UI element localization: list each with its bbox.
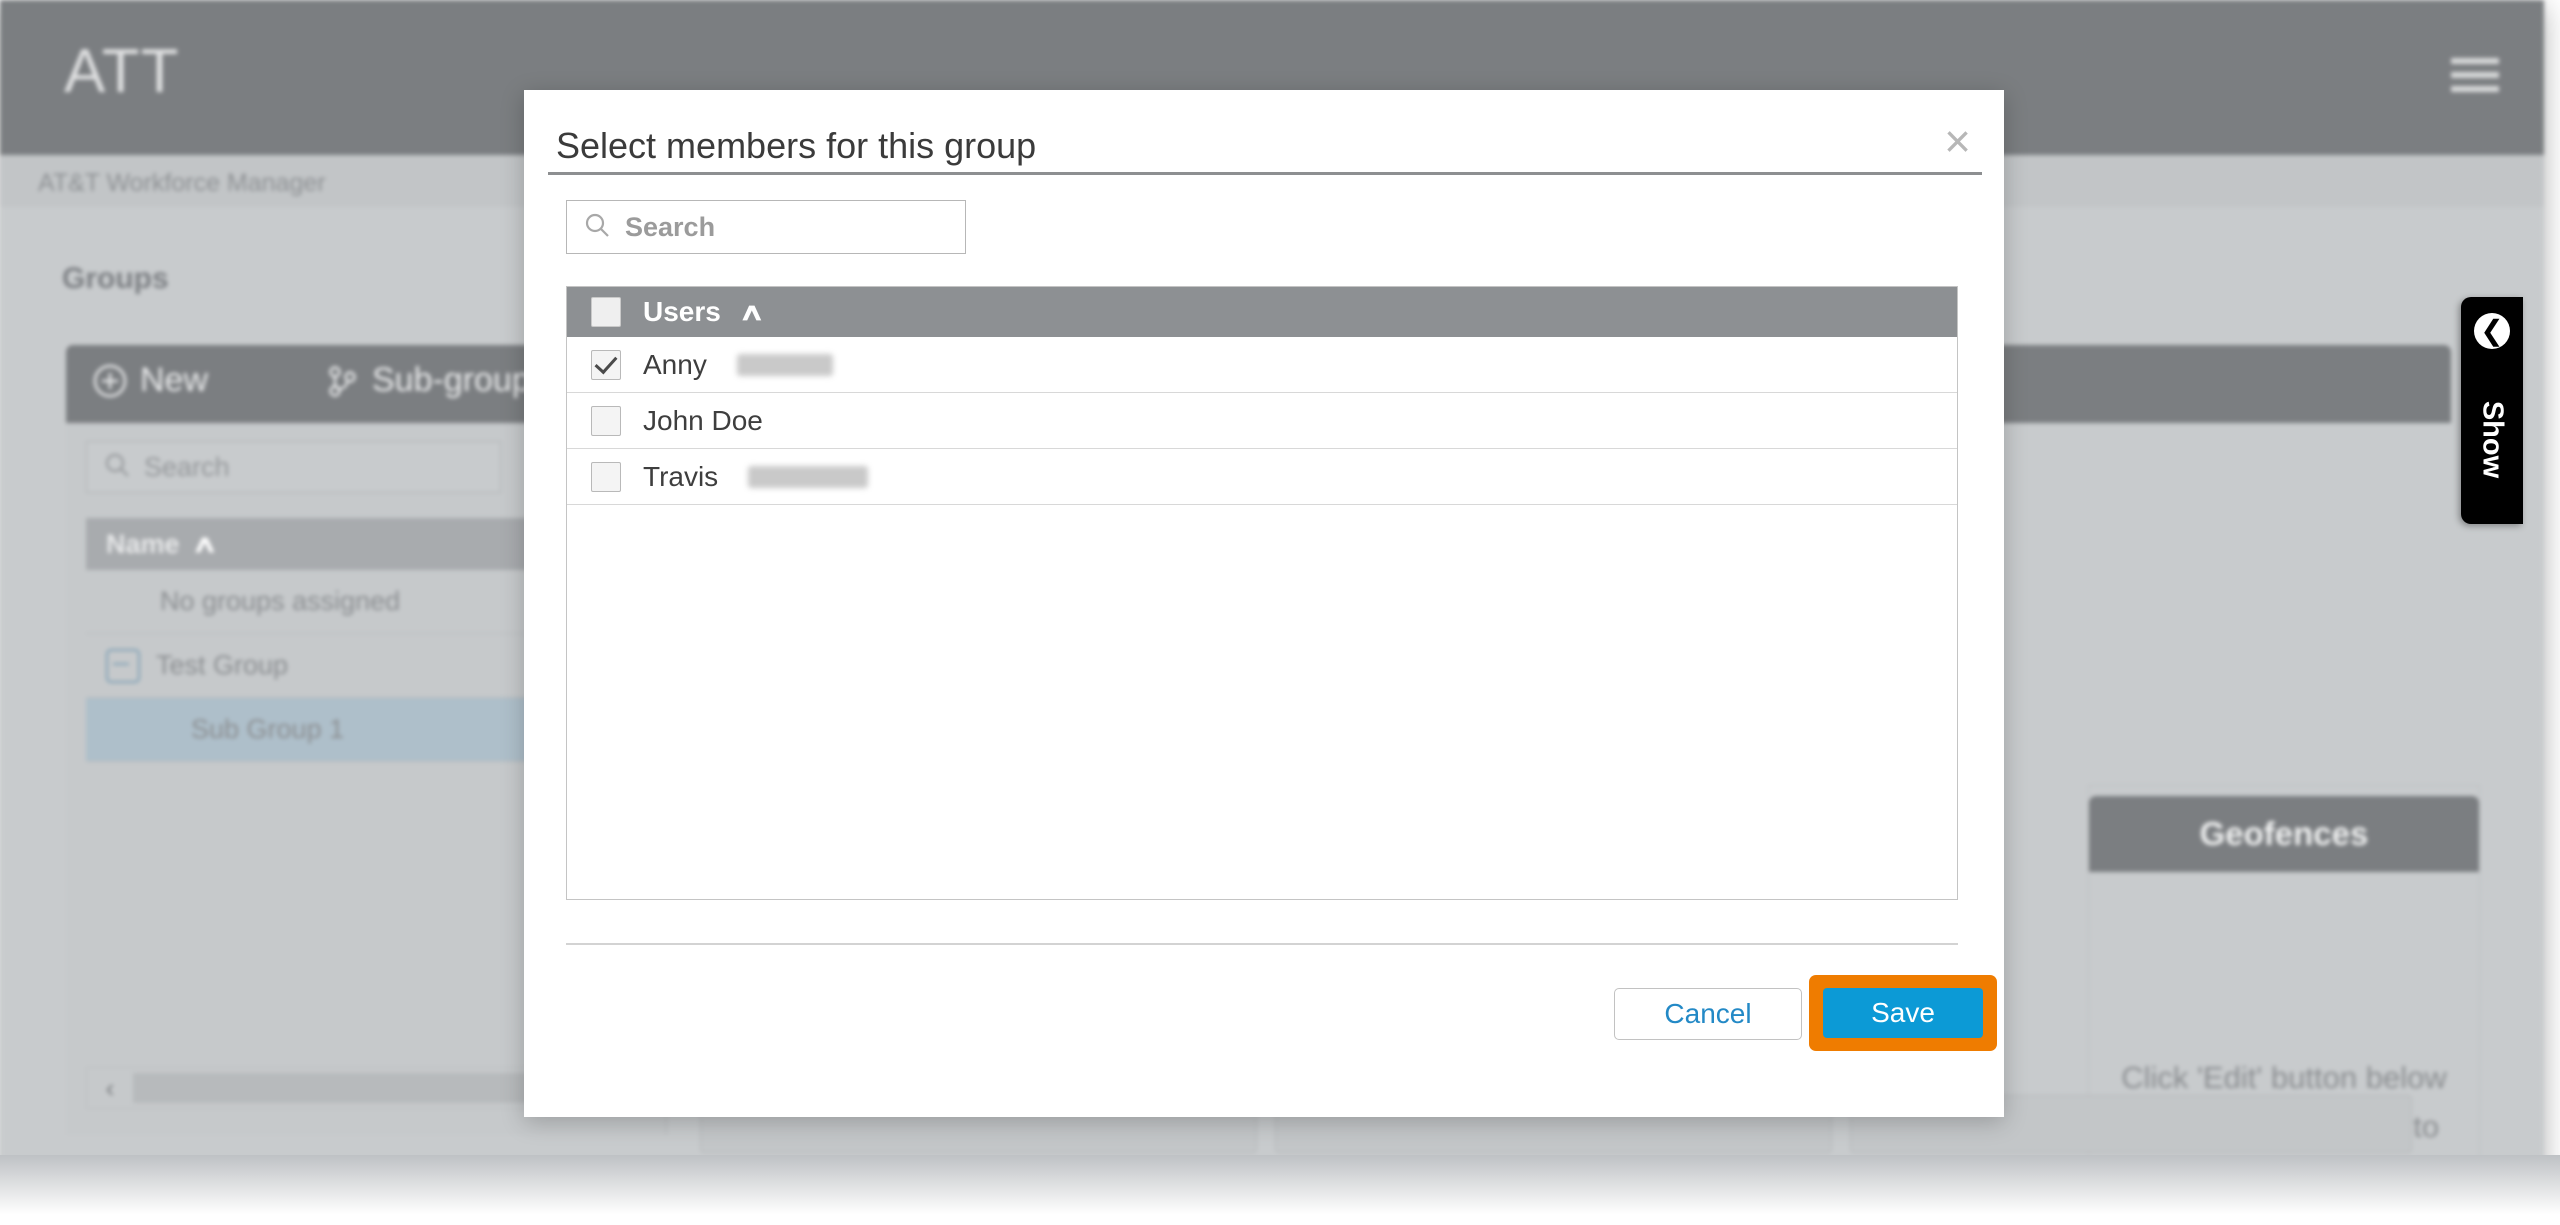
scroll-left-icon[interactable]: ‹	[87, 1073, 133, 1104]
tree-collapse-icon[interactable]	[106, 648, 140, 683]
members-list-header[interactable]: Users ∧	[567, 287, 1957, 337]
search-icon	[103, 451, 131, 484]
groups-column-name: Name	[106, 528, 180, 559]
dialog-divider	[548, 172, 1982, 175]
search-icon	[583, 211, 611, 244]
screenshot-root: ATT AT&T Workforce Manager Groups New Su…	[0, 0, 2560, 1225]
arrow-left-circle-icon: ❮	[2474, 313, 2510, 349]
list-item[interactable]: Travis	[567, 449, 1957, 505]
groups-search-input[interactable]: Search	[86, 441, 501, 493]
members-column-users: Users	[643, 296, 721, 327]
save-button[interactable]: Save	[1823, 988, 1983, 1038]
page-title: Groups	[62, 262, 169, 295]
new-group-button[interactable]: New	[92, 361, 208, 400]
sub-group-label: Sub-group	[372, 361, 531, 399]
groups-search-placeholder: Search	[144, 451, 230, 482]
member-checkbox[interactable]	[591, 461, 621, 492]
geofences-title: Geofences	[2089, 796, 2479, 872]
members-list: Users ∧ Anny John Doe Travis	[566, 286, 1958, 900]
member-name: Anny	[643, 348, 707, 380]
redacted-surname	[736, 353, 833, 376]
app-subtitle: AT&T Workforce Manager	[38, 169, 326, 197]
page-bottom-fade	[0, 1155, 2560, 1225]
group-row-label: Test Group	[156, 650, 289, 680]
dialog-footer-divider	[566, 943, 1958, 945]
group-row-label: No groups assigned	[160, 586, 401, 616]
plus-circle-icon	[92, 363, 128, 399]
select-all-checkbox[interactable]	[591, 297, 621, 327]
close-icon[interactable]: ×	[1944, 118, 1971, 164]
redacted-surname	[748, 465, 869, 488]
member-checkbox[interactable]	[591, 349, 621, 380]
sort-ascending-icon: ∧	[191, 530, 218, 558]
list-item[interactable]: John Doe	[567, 393, 1957, 449]
hamburger-menu-icon[interactable]	[2451, 58, 2499, 92]
dialog-title: Select members for this group	[556, 125, 1037, 166]
list-item[interactable]: Anny	[567, 337, 1957, 393]
cancel-button[interactable]: Cancel	[1614, 988, 1802, 1040]
members-search-input[interactable]: Search	[566, 200, 966, 254]
branch-icon	[324, 363, 360, 399]
select-members-dialog: Select members for this group × Search U…	[524, 90, 2004, 1117]
members-search-placeholder: Search	[625, 211, 716, 242]
member-name: Travis	[643, 460, 719, 492]
member-name: John Doe	[643, 404, 763, 436]
new-group-label: New	[140, 361, 209, 399]
show-panel-tab[interactable]: ❮ Show	[2461, 297, 2523, 524]
sort-ascending-icon: ∧	[738, 298, 765, 326]
sub-group-button[interactable]: Sub-group	[324, 361, 531, 400]
group-row-label: Sub Group 1	[191, 714, 345, 744]
member-checkbox[interactable]	[591, 405, 621, 436]
show-tab-label: Show	[2476, 400, 2509, 479]
app-logo: ATT	[64, 37, 180, 106]
